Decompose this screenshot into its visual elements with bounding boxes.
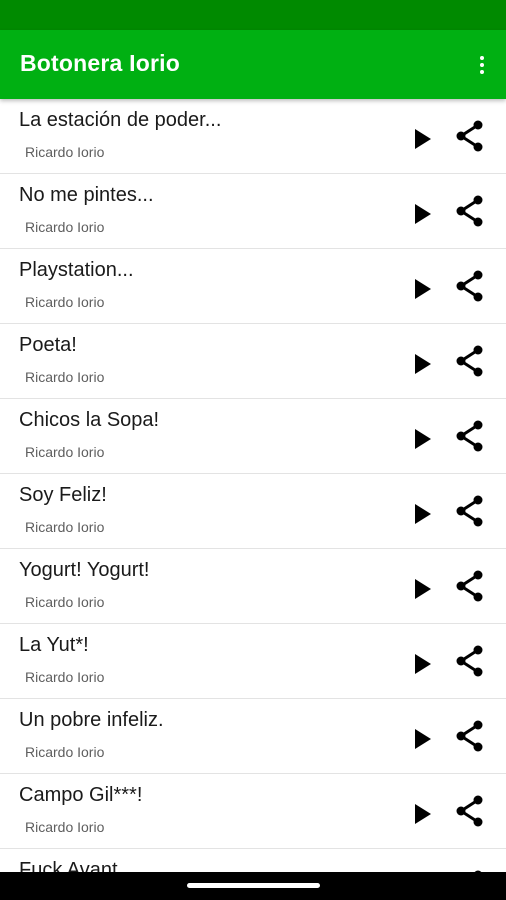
share-icon	[456, 570, 483, 602]
list-item[interactable]: La Yut*! Ricardo Iorio	[0, 624, 506, 699]
sound-title: Chicos la Sopa!	[19, 409, 160, 431]
sound-author: Ricardo Iorio	[25, 294, 105, 310]
list-item[interactable]: Fuck Avant Ricardo Iorio	[0, 849, 506, 872]
sound-author: Ricardo Iorio	[25, 819, 105, 835]
share-icon	[456, 120, 483, 152]
share-button[interactable]	[451, 117, 489, 155]
share-icon	[456, 345, 483, 377]
status-bar	[0, 0, 506, 30]
sound-author: Ricardo Iorio	[25, 594, 105, 610]
share-icon	[456, 645, 483, 677]
list-item[interactable]: Playstation... Ricardo Iorio	[0, 249, 506, 324]
sound-author: Ricardo Iorio	[25, 444, 105, 460]
sound-author: Ricardo Iorio	[25, 144, 105, 160]
play-button[interactable]	[404, 346, 440, 382]
play-icon	[415, 429, 431, 449]
play-button[interactable]	[404, 196, 440, 232]
menu-dot	[480, 70, 484, 74]
menu-dot	[480, 56, 484, 60]
play-icon	[415, 579, 431, 599]
share-icon	[456, 195, 483, 227]
list-item[interactable]: No me pintes... Ricardo Iorio	[0, 174, 506, 249]
menu-dot	[480, 63, 484, 67]
list-item[interactable]: Chicos la Sopa! Ricardo Iorio	[0, 399, 506, 474]
list-item[interactable]: Soy Feliz! Ricardo Iorio	[0, 474, 506, 549]
play-button[interactable]	[404, 496, 440, 532]
sound-author: Ricardo Iorio	[25, 519, 105, 535]
sound-title: La Yut*!	[19, 634, 89, 656]
app-title: Botonera Iorio	[20, 50, 180, 76]
play-button[interactable]	[404, 721, 440, 757]
sound-author: Ricardo Iorio	[25, 744, 105, 760]
sound-title: Fuck Avant	[19, 859, 118, 872]
play-icon	[415, 804, 431, 824]
share-button[interactable]	[451, 717, 489, 755]
play-button[interactable]	[404, 421, 440, 457]
sound-title: Un pobre infeliz.	[19, 709, 164, 731]
sound-title: Campo Gil***!	[19, 784, 143, 806]
play-button[interactable]	[404, 271, 440, 307]
sound-author: Ricardo Iorio	[25, 369, 105, 385]
sound-title: Poeta!	[19, 334, 77, 356]
sound-author: Ricardo Iorio	[25, 219, 105, 235]
share-icon	[456, 420, 483, 452]
more-vert-icon[interactable]	[470, 48, 494, 82]
share-icon	[456, 795, 483, 827]
list-item[interactable]: Campo Gil***! Ricardo Iorio	[0, 774, 506, 849]
share-button[interactable]	[451, 567, 489, 605]
list-item[interactable]: Un pobre infeliz. Ricardo Iorio	[0, 699, 506, 774]
share-button[interactable]	[451, 642, 489, 680]
play-icon	[415, 204, 431, 224]
share-button[interactable]	[451, 417, 489, 455]
sound-list[interactable]: La estación de poder... Ricardo Iorio No…	[0, 99, 506, 872]
app-bar: Botonera Iorio	[0, 30, 506, 99]
play-icon	[415, 279, 431, 299]
play-icon	[415, 354, 431, 374]
sound-title: Playstation...	[19, 259, 134, 281]
share-button[interactable]	[451, 192, 489, 230]
share-icon	[456, 270, 483, 302]
play-button[interactable]	[404, 646, 440, 682]
sound-title: No me pintes...	[19, 184, 154, 206]
play-icon	[415, 504, 431, 524]
play-icon	[415, 654, 431, 674]
list-item[interactable]: La estación de poder... Ricardo Iorio	[0, 99, 506, 174]
navigation-bar	[0, 872, 506, 900]
list-item[interactable]: Yogurt! Yogurt! Ricardo Iorio	[0, 549, 506, 624]
play-button[interactable]	[404, 571, 440, 607]
play-button[interactable]	[404, 796, 440, 832]
share-icon	[456, 495, 483, 527]
share-button[interactable]	[451, 342, 489, 380]
play-button[interactable]	[404, 121, 440, 157]
share-button[interactable]	[451, 492, 489, 530]
share-button[interactable]	[451, 267, 489, 305]
sound-title: La estación de poder...	[19, 109, 222, 131]
home-handle[interactable]	[187, 883, 320, 888]
sound-title: Yogurt! Yogurt!	[19, 559, 150, 581]
screen: Botonera Iorio La estación de poder... R…	[0, 0, 506, 900]
share-button[interactable]	[451, 792, 489, 830]
sound-title: Soy Feliz!	[19, 484, 107, 506]
list-item[interactable]: Poeta! Ricardo Iorio	[0, 324, 506, 399]
sound-author: Ricardo Iorio	[25, 669, 105, 685]
share-icon	[456, 720, 483, 752]
play-icon	[415, 129, 431, 149]
play-icon	[415, 729, 431, 749]
